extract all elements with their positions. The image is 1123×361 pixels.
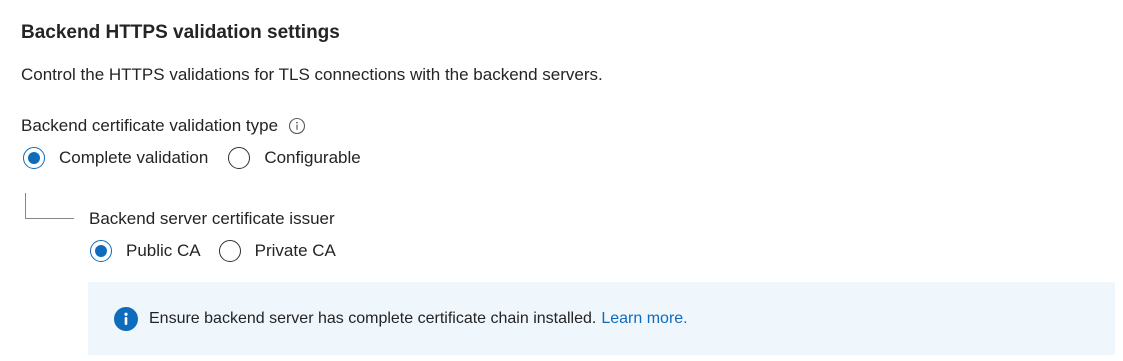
validation-type-label: Backend certificate validation type — [21, 116, 279, 135]
issuer-label: Backend server certificate issuer — [89, 209, 335, 228]
radio-public-ca[interactable]: Public CA — [90, 240, 201, 262]
validation-type-field: Backend certificate validation type — [21, 115, 306, 137]
radio-configurable[interactable]: Configurable — [228, 147, 361, 169]
radio-label: Private CA — [254, 241, 336, 260]
info-filled-icon — [114, 306, 138, 331]
validation-type-radio-group: Complete validation Configurable — [23, 147, 361, 169]
section-description: Control the HTTPS validations for TLS co… — [21, 65, 603, 84]
radio-unselected-indicator[interactable] — [228, 147, 251, 169]
radio-private-ca[interactable]: Private CA — [218, 240, 336, 262]
radio-label: Configurable — [264, 148, 361, 167]
radio-label: Complete validation — [59, 148, 209, 167]
radio-unselected-indicator[interactable] — [218, 240, 241, 262]
radio-complete-validation[interactable]: Complete validation — [23, 147, 208, 169]
info-message-bar: Ensure backend server has complete certi… — [88, 282, 1115, 355]
issuer-radio-group: Public CA Private CA — [90, 240, 336, 262]
tree-connector-line — [25, 193, 74, 219]
radio-selected-indicator[interactable] — [23, 147, 45, 169]
learn-more-link[interactable]: Learn more. — [601, 309, 687, 329]
radio-label: Public CA — [126, 241, 201, 260]
info-message-text: Ensure backend server has complete certi… — [149, 309, 597, 327]
info-icon[interactable] — [288, 117, 306, 135]
radio-selected-indicator[interactable] — [90, 240, 112, 262]
section-title: Backend HTTPS validation settings — [21, 22, 340, 43]
